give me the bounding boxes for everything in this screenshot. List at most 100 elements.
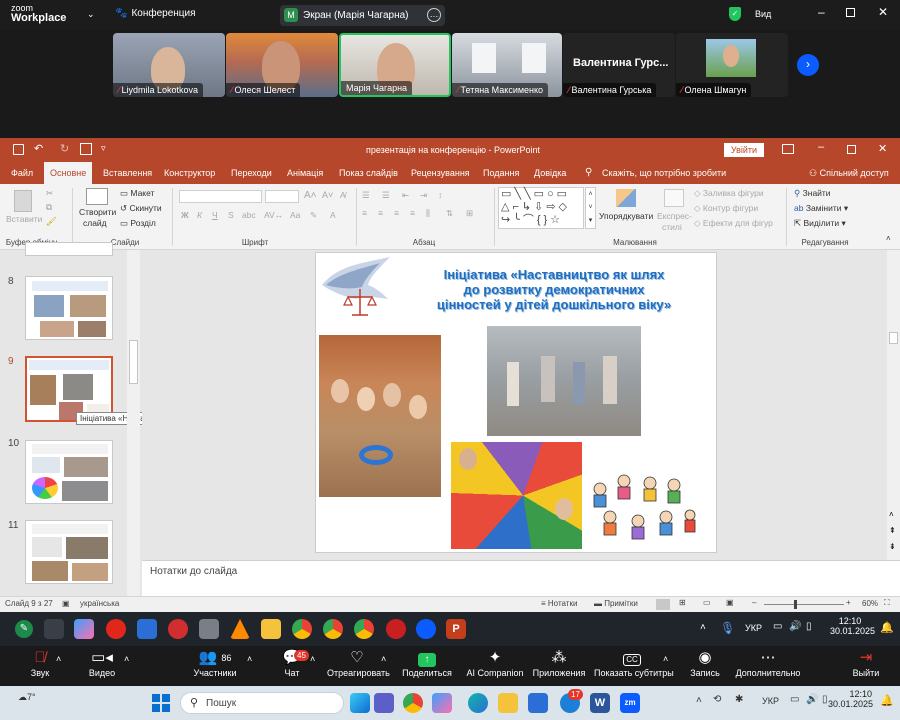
zoom-icon[interactable]: zm <box>620 693 640 713</box>
new-slide-icon[interactable] <box>86 188 108 205</box>
shrink-font-icon[interactable]: A˅ <box>322 190 333 200</box>
captions-button[interactable]: CC Показать субтитры <box>594 646 674 686</box>
sync-icon[interactable]: ⟲ <box>713 694 721 705</box>
app-icon[interactable] <box>199 619 219 639</box>
columns-icon[interactable]: ⫼ <box>426 208 430 219</box>
shield-check-icon[interactable]: ✓ <box>729 7 741 21</box>
numbering-icon[interactable]: ☰ <box>382 190 390 201</box>
underline-button[interactable]: Ч <box>212 210 218 220</box>
chevron-up-icon[interactable]: ˄ <box>124 654 129 664</box>
ai-companion-button[interactable]: ✦ AI Companion <box>465 646 525 686</box>
more-options-icon[interactable]: … <box>427 8 441 22</box>
tab-animations[interactable]: Анімація <box>281 162 329 184</box>
shapes-gallery-scroll[interactable]: ˄ ˅ ▾ <box>585 187 596 229</box>
tell-me-search[interactable]: Скажіть, що потрібно зробити <box>602 168 726 178</box>
strikethrough-button[interactable]: S <box>228 210 234 220</box>
folder-icon[interactable] <box>261 619 281 639</box>
chevron-up-icon[interactable]: ˄ <box>310 654 315 664</box>
chrome-icon[interactable] <box>354 619 374 639</box>
participant-tile[interactable]: ⁄ Олена Шмагун <box>676 33 788 97</box>
slide-thumbnail[interactable] <box>25 520 113 584</box>
arrange-button[interactable]: Упорядкувати <box>599 211 653 221</box>
close-icon[interactable]: ✕ <box>878 142 887 155</box>
participant-tile[interactable]: ⁄ Тетяна Максименко <box>452 33 562 97</box>
clear-formatting-icon[interactable]: A̸ <box>340 190 346 200</box>
font-color-icon[interactable]: A <box>330 210 336 220</box>
cut-icon[interactable]: ✂ <box>46 188 53 199</box>
chevron-up-icon[interactable]: ˄ <box>381 654 386 664</box>
meeting-info-button[interactable]: 🐾 Конференция <box>115 8 196 19</box>
notes-toggle[interactable]: ≡ Нотатки <box>541 599 577 608</box>
volume-icon[interactable]: 🔊 <box>806 694 818 705</box>
decrease-indent-icon[interactable]: ⇤ <box>402 190 409 201</box>
quick-styles-icon[interactable] <box>664 189 684 207</box>
zoom-slider[interactable] <box>764 604 844 605</box>
task-view-icon[interactable] <box>350 693 370 713</box>
opera-icon[interactable] <box>106 619 126 639</box>
prev-slide-icon[interactable]: ⇞ <box>889 526 896 535</box>
store-icon[interactable] <box>137 619 157 639</box>
next-slide-icon[interactable]: ⇟ <box>889 542 896 551</box>
scrollbar-thumb[interactable] <box>129 340 138 384</box>
notification-icon[interactable]: 🔔 <box>880 694 894 707</box>
slide-thumbnail[interactable] <box>25 242 113 256</box>
app-icon[interactable] <box>386 619 406 639</box>
slide-thumbnail[interactable] <box>25 440 113 504</box>
line-spacing-icon[interactable]: ↕ <box>438 190 442 200</box>
store-icon[interactable] <box>528 693 548 713</box>
highlight-icon[interactable]: ✎ <box>310 210 317 221</box>
comments-toggle[interactable]: ▬ Примітки <box>594 599 638 608</box>
text-shadow-button[interactable]: abc <box>242 210 256 220</box>
shape-fill-button[interactable]: ◇ Заливка фігури <box>694 188 764 199</box>
tab-view[interactable]: Подання <box>477 162 525 184</box>
tab-review[interactable]: Рецензування <box>405 162 476 184</box>
notes-placeholder[interactable]: Нотатки до слайда <box>150 566 237 577</box>
scrollbar-thumb[interactable] <box>889 332 898 344</box>
grow-font-icon[interactable]: A˄ <box>304 190 317 201</box>
editor-scrollbar[interactable]: ˄ ⇞ ⇟ <box>887 250 900 560</box>
chevron-up-icon[interactable]: ˄ <box>663 654 668 664</box>
select-button[interactable]: ⇱ Виділити ▾ <box>794 218 846 229</box>
clock[interactable]: 12:10 30.01.2025 <box>828 689 873 709</box>
italic-button[interactable]: К <box>197 210 202 220</box>
bullets-icon[interactable]: ☰ <box>362 190 370 201</box>
current-slide[interactable]: Ініціатива «Наставництво як шлях до розв… <box>315 252 717 553</box>
view-button[interactable]: Вид <box>755 9 771 19</box>
battery-icon[interactable]: ▯ <box>806 621 812 632</box>
language-status[interactable]: українська <box>80 599 119 608</box>
chrome-icon[interactable] <box>292 619 312 639</box>
align-center-icon[interactable]: ≡ <box>378 208 383 218</box>
find-button[interactable]: ⚲ Знайти <box>794 188 831 199</box>
slideshow-view-icon[interactable]: ▣ <box>726 598 734 607</box>
tab-slideshow[interactable]: Показ слайдів <box>333 162 404 184</box>
widgets-icon[interactable] <box>44 619 64 639</box>
word-icon[interactable]: W <box>590 693 610 713</box>
zoom-out-icon[interactable]: – <box>752 598 756 607</box>
scroll-up-icon[interactable]: ˄ <box>889 510 894 519</box>
tab-help[interactable]: Довідка <box>528 162 572 184</box>
chevron-up-icon[interactable]: ˄ <box>700 622 706 633</box>
tab-home[interactable]: Основне <box>44 162 93 184</box>
char-spacing-icon[interactable]: AV↔ <box>264 210 283 220</box>
present-icon[interactable] <box>80 143 92 155</box>
copilot-icon[interactable] <box>432 693 452 713</box>
new-slide-label[interactable]: Створити <box>79 207 116 217</box>
maximize-icon[interactable] <box>846 8 855 17</box>
ribbon-display-icon[interactable] <box>782 144 794 154</box>
microphone-icon[interactable]: 🎙 <box>720 621 735 635</box>
layout-button[interactable]: ▭ Макет <box>120 188 154 199</box>
reading-view-icon[interactable]: ▭ <box>703 598 711 607</box>
minimize-icon[interactable]: – <box>818 5 825 19</box>
windows-start-icon[interactable] <box>152 694 170 712</box>
participant-tile-active-speaker[interactable]: Марія Чагарна <box>339 33 451 97</box>
powerpoint-icon[interactable]: P <box>446 619 466 639</box>
participant-tile[interactable]: Валентина Гурс... ⁄ Валентина Гурська <box>563 33 675 97</box>
redo-icon[interactable]: ↻ <box>60 142 69 155</box>
zoom-icon[interactable] <box>416 619 436 639</box>
undo-icon[interactable]: ↶ <box>34 142 43 155</box>
annotate-pen-icon[interactable]: ✎ <box>15 620 33 638</box>
copilot-icon[interactable] <box>74 619 94 639</box>
chrome-icon[interactable] <box>323 619 343 639</box>
change-case-icon[interactable]: Aa <box>290 210 300 220</box>
vlc-icon[interactable] <box>230 619 250 639</box>
